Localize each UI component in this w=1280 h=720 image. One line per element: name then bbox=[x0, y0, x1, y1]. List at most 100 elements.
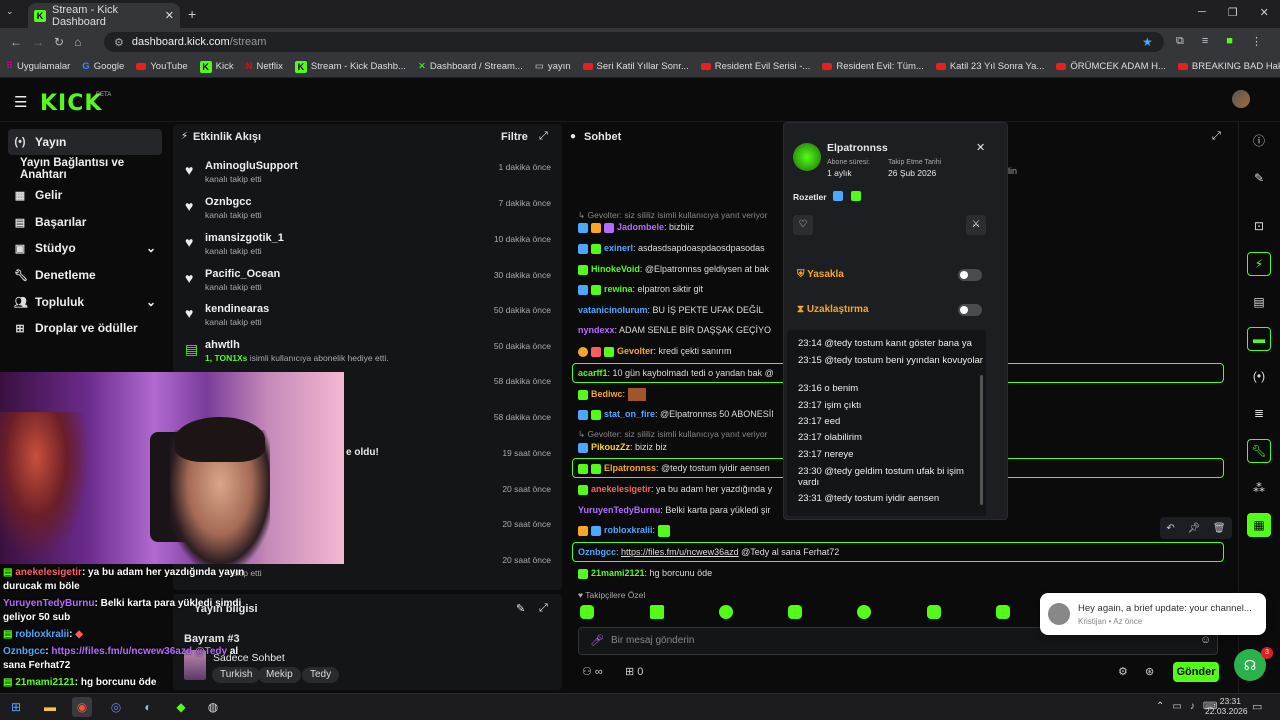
chat-username[interactable]: YuruyenTedyBurnu bbox=[578, 505, 660, 515]
popout-icon[interactable]: ⤢ bbox=[539, 130, 548, 143]
chat-username[interactable]: 21mami2121 bbox=[591, 568, 645, 578]
new-tab-icon[interactable]: + bbox=[188, 6, 196, 22]
emote[interactable] bbox=[927, 605, 941, 619]
chat-username[interactable]: HinokeVoid bbox=[591, 264, 640, 274]
popout-icon[interactable]: ⤢ bbox=[539, 602, 548, 615]
bookmark-item[interactable]: G Google bbox=[82, 61, 124, 72]
sidebar-item-studyo[interactable]: ▣ Stüdyo ⌄ bbox=[8, 235, 162, 261]
delete-icon[interactable]: 🗑︎ bbox=[1213, 523, 1226, 534]
bookmark-item[interactable]: ▭ yayın bbox=[535, 61, 571, 72]
chat-link[interactable]: https://files.fm/u/ncwew36azd bbox=[621, 547, 739, 557]
clip-icon[interactable]: ⊡ bbox=[1247, 214, 1271, 238]
activity-user[interactable]: kendinearas bbox=[205, 303, 269, 315]
close-window-icon[interactable]: ✕ bbox=[1260, 6, 1269, 19]
lightning-icon[interactable]: ⚡︎ bbox=[1247, 252, 1271, 276]
chat-username[interactable]: Bediwc bbox=[591, 389, 623, 399]
home-icon[interactable]: ⌂ bbox=[74, 35, 81, 49]
forward-icon[interactable]: → bbox=[32, 35, 44, 49]
bookmark-item[interactable]: N Netflix bbox=[246, 61, 283, 72]
bookmark-item[interactable]: YouTube bbox=[136, 61, 188, 72]
clapperboard-icon[interactable]: ▦ bbox=[1247, 513, 1271, 537]
bookmark-item[interactable]: ÖRÜMCEK ADAM H... bbox=[1056, 61, 1166, 72]
sidebar-item-topluluk[interactable]: 👥︎ Topluluk ⌄ bbox=[8, 289, 162, 315]
gift-counter[interactable]: ⊞ 0 bbox=[625, 665, 643, 678]
bookmark-item[interactable]: Resident Evil: Tüm... bbox=[822, 61, 924, 72]
browser-tab[interactable]: K Stream - Kick Dashboard ✕ bbox=[28, 3, 180, 28]
sidebar-item-droplar[interactable]: ⊞ Droplar ve ödüller bbox=[8, 315, 162, 341]
chat-username[interactable]: nyndexx bbox=[578, 325, 615, 335]
extensions-icon[interactable]: ⧉ bbox=[1176, 35, 1184, 48]
kick-logo[interactable]: KICK bbox=[40, 91, 102, 116]
edit-icon[interactable]: ✎ bbox=[1247, 166, 1271, 190]
info-icon[interactable]: ⓘ bbox=[1247, 128, 1271, 152]
chat-username[interactable]: PikouzZz bbox=[591, 442, 630, 452]
microphone-icon[interactable]: 🎤︎ bbox=[590, 634, 604, 647]
notifications-icon[interactable]: ▭ bbox=[1252, 700, 1262, 713]
chat-username[interactable]: rewina bbox=[604, 284, 633, 294]
mod-sword-icon[interactable]: ⚔ bbox=[966, 215, 986, 235]
bookmark-item[interactable]: Resident Evil Serisi -... bbox=[700, 61, 810, 72]
sidebar-item-stream-key[interactable]: Yayın Bağlantısı ve Anahtarı bbox=[14, 156, 168, 182]
bookmark-item[interactable]: K Kick bbox=[199, 60, 234, 73]
activity-user[interactable]: Oznbgcc bbox=[205, 196, 251, 208]
chat-username[interactable]: stat_on_fire bbox=[604, 409, 655, 419]
steam-icon[interactable]: ◐ bbox=[138, 697, 158, 717]
follow-heart-icon[interactable]: ♡ bbox=[793, 215, 813, 235]
close-tab-icon[interactable]: ✕ bbox=[165, 9, 174, 22]
gift-recipient[interactable]: TON1Xs bbox=[214, 353, 247, 363]
bot-icon[interactable]: ⊛ bbox=[1145, 665, 1154, 678]
site-info-icon[interactable]: ⚙ bbox=[114, 36, 124, 49]
back-icon[interactable]: ← bbox=[10, 35, 22, 49]
profile-icon[interactable]: ■ bbox=[1226, 35, 1233, 48]
network-icon[interactable]: ▭ bbox=[1172, 701, 1181, 712]
popout-icon[interactable]: ⤢ bbox=[1212, 130, 1221, 143]
tab-search-icon[interactable]: ⌄ bbox=[6, 6, 22, 22]
bookmark-item[interactable]: ⠿ Uygulamalar bbox=[6, 61, 70, 72]
chat-username[interactable]: Oznbgcc bbox=[578, 547, 616, 557]
bookmark-star-icon[interactable]: ★ bbox=[1142, 35, 1153, 49]
timeout-toggle[interactable] bbox=[958, 304, 982, 316]
chat-username[interactable]: Elpatronnss bbox=[604, 463, 656, 473]
chat-username[interactable]: robloxkralii bbox=[604, 525, 653, 535]
activity-user[interactable]: AminogluSupport bbox=[205, 160, 298, 172]
chat-username[interactable]: vatanicinolurum bbox=[578, 305, 648, 315]
emote[interactable] bbox=[650, 605, 664, 619]
infinity-icon[interactable]: ⚇ ∞ bbox=[582, 665, 603, 678]
overlay-chat-link[interactable]: https://files.fm/u/ncwew36azd bbox=[51, 646, 192, 657]
chat-username[interactable]: exinerl bbox=[604, 243, 633, 253]
settings-icon[interactable]: ⚙ bbox=[1118, 665, 1128, 678]
filter-button[interactable]: Filtre bbox=[501, 131, 528, 143]
bookmark-item[interactable]: Katil 23 Yıl Sonra Ya... bbox=[935, 61, 1044, 72]
popup-username[interactable]: Elpatronnss bbox=[827, 142, 888, 154]
tray-chevron-icon[interactable]: ⌃ bbox=[1156, 701, 1164, 712]
clock[interactable]: 23:31 22.03.2026 bbox=[1205, 696, 1248, 716]
avatar[interactable] bbox=[1232, 90, 1250, 108]
sidebar-item-denetleme[interactable]: 🔧︎ Denetleme bbox=[8, 262, 162, 288]
chat-username[interactable]: Jadombele bbox=[617, 222, 664, 232]
chat-username[interactable]: acarff1 bbox=[578, 368, 608, 378]
chat-username[interactable]: Gevolter bbox=[617, 346, 654, 356]
app-icon[interactable]: ◎ bbox=[106, 697, 126, 717]
activity-user[interactable]: imansizgotik_1 bbox=[205, 232, 284, 244]
menu-icon[interactable]: ⋮ bbox=[1251, 35, 1262, 48]
windows-start-icon[interactable]: ⊞ bbox=[6, 697, 26, 717]
media-icon[interactable]: ≡ bbox=[1202, 35, 1208, 48]
kick-app-icon[interactable]: ◆ bbox=[171, 697, 191, 717]
chat-icon[interactable]: ▬ bbox=[1247, 327, 1271, 351]
activity-user[interactable]: Pacific_Ocean bbox=[205, 268, 280, 280]
send-button[interactable]: Gönder bbox=[1173, 662, 1219, 682]
obs-icon[interactable]: ◍ bbox=[203, 697, 223, 717]
emoji-icon[interactable]: ☺ bbox=[1200, 634, 1211, 646]
reload-icon[interactable]: ↻ bbox=[54, 35, 64, 49]
volume-icon[interactable]: ♪ bbox=[1190, 701, 1195, 712]
emote[interactable] bbox=[996, 605, 1010, 619]
edit-icon[interactable]: ✎ bbox=[516, 602, 525, 615]
url-field[interactable]: ⚙ dashboard.kick.com/stream bbox=[104, 32, 1164, 52]
ban-toggle[interactable] bbox=[958, 269, 982, 281]
activity-user[interactable]: ahwtlh bbox=[205, 339, 240, 351]
emote[interactable] bbox=[580, 605, 594, 619]
pin-icon[interactable]: 📌︎ bbox=[1187, 523, 1200, 534]
minimize-icon[interactable]: ─ bbox=[1198, 6, 1206, 19]
emote[interactable] bbox=[719, 605, 733, 619]
close-icon[interactable]: ✕ bbox=[976, 141, 985, 154]
